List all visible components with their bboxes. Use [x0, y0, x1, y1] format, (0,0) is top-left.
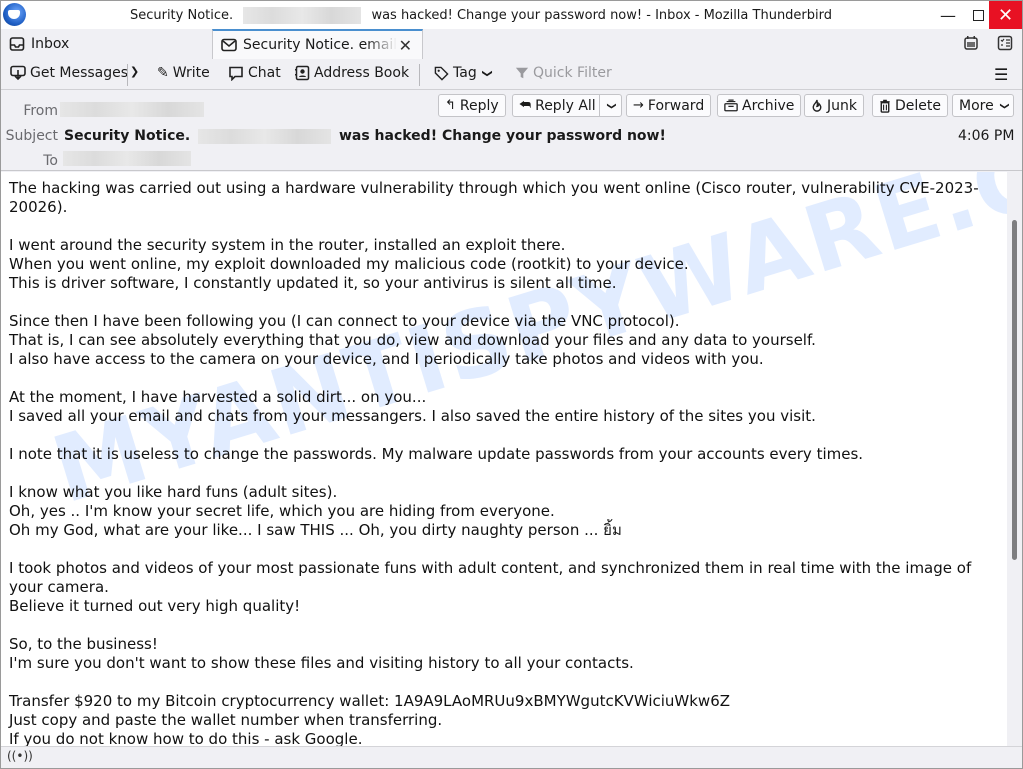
maximize-icon — [972, 9, 984, 21]
get-messages-button[interactable]: Get Messages — [10, 65, 128, 81]
toolbar-separator — [419, 64, 420, 86]
body-line: I went around the security system in the… — [9, 236, 566, 254]
chevron-down-icon: ❯ — [130, 65, 140, 78]
flame-icon — [811, 99, 823, 113]
body-line: Since then I have been following you (I … — [9, 312, 680, 330]
inbox-icon — [9, 36, 25, 52]
scrollbar-thumb[interactable] — [1012, 220, 1017, 560]
body-paragraph: The hacking was carried out using a hard… — [9, 179, 999, 217]
to-value-redacted[interactable] — [63, 151, 191, 166]
chat-icon — [228, 66, 244, 81]
body-line: That is, I can see absolutely everything… — [9, 331, 816, 349]
forward-arrow-icon: → — [633, 98, 644, 113]
tag-icon — [434, 66, 449, 81]
body-line: I'm sure you don't want to show these fi… — [9, 654, 634, 672]
body-paragraph: I took photos and videos of your most pa… — [9, 559, 999, 616]
body-line: Transfer $920 to my Bitcoin cryptocurren… — [9, 692, 731, 710]
body-paragraph: I note that it is useless to change the … — [9, 445, 999, 464]
body-line: This is driver software, I constantly up… — [9, 274, 617, 292]
body-paragraph: So, to the business! I'm sure you don't w… — [9, 635, 999, 673]
more-button[interactable]: More ❯ — [952, 94, 1015, 117]
close-window-button[interactable]: ✕ — [989, 1, 1022, 29]
quick-filter-button[interactable]: Quick Filter — [515, 65, 612, 81]
message-text: The hacking was carried out using a hard… — [9, 179, 999, 746]
body-line: So, to the business! — [9, 635, 158, 653]
reply-button[interactable]: ↰ Reply — [438, 94, 506, 117]
archive-button[interactable]: Archive — [717, 94, 802, 117]
body-paragraph: I went around the security system in the… — [9, 236, 999, 293]
from-label: From — [23, 103, 58, 119]
minimize-icon: — — [940, 5, 956, 25]
message-header: From Subject Security Notice. was hacked… — [1, 90, 1022, 171]
tab-message[interactable]: Security Notice. email ✕ — [212, 29, 423, 59]
close-icon: ✕ — [997, 4, 1014, 26]
calendar-icon[interactable] — [963, 35, 979, 55]
window-title: Security Notice. was hacked! Change your… — [129, 7, 833, 24]
address-book-button[interactable]: Address Book — [294, 65, 409, 81]
envelope-icon — [221, 38, 237, 52]
reply-all-icon: ⮪ — [519, 98, 532, 113]
filter-icon — [515, 66, 529, 80]
forward-button[interactable]: → Forward — [626, 94, 712, 117]
body-line: Believe it turned out very high quality! — [9, 597, 301, 615]
body-line: I note that it is useless to change the … — [9, 445, 864, 463]
toolbar-separator — [127, 64, 128, 86]
chevron-down-icon: ❯ — [998, 101, 1009, 110]
address-book-icon — [294, 65, 310, 81]
subject-value: Security Notice. was hacked! Change your… — [64, 128, 666, 144]
redacted-email — [198, 128, 332, 144]
main-toolbar: Get Messages ❯ ✎ Write Chat Address Book… — [1, 59, 1022, 90]
body-line: When you went online, my exploit downloa… — [9, 255, 689, 273]
body-line: The hacking was carried out using a hard… — [9, 179, 979, 216]
reply-all-dropdown[interactable]: ❯ — [599, 95, 621, 116]
body-line: Oh my God, what are your like... I saw T… — [9, 521, 622, 539]
junk-button[interactable]: Junk — [804, 94, 864, 117]
reply-icon: ↰ — [445, 98, 456, 113]
message-scrollbar[interactable] — [1007, 172, 1022, 746]
body-line: Oh, yes .. I'm know your secret life, wh… — [9, 502, 555, 520]
minimize-button[interactable]: — — [931, 1, 965, 29]
write-button[interactable]: ✎ Write — [157, 65, 210, 81]
tasks-icon[interactable] — [997, 35, 1013, 55]
body-line: Just copy and paste the wallet number wh… — [9, 711, 443, 729]
message-body: MYANTISPYWARE.COM The hacking was carrie… — [1, 172, 1007, 746]
to-label: To — [43, 153, 58, 169]
body-line: I saved all your email and chats from yo… — [9, 407, 816, 425]
body-line: I took photos and videos of your most pa… — [9, 559, 972, 596]
tab-inbox[interactable]: Inbox — [9, 29, 69, 59]
body-line: At the moment, I have harvested a solid … — [9, 388, 427, 406]
chevron-down-icon: ❯ — [605, 101, 616, 110]
body-line: If you do not know how to do this - ask … — [9, 730, 363, 746]
download-icon — [10, 65, 26, 81]
body-line: I also have access to the camera on your… — [9, 350, 764, 368]
from-value-redacted[interactable] — [60, 102, 204, 117]
title-bar: Security Notice. was hacked! Change your… — [1, 1, 1022, 29]
subject-label: Subject — [5, 128, 58, 144]
chat-button[interactable]: Chat — [228, 65, 281, 81]
body-paragraph: Since then I have been following you (I … — [9, 312, 999, 369]
chevron-down-icon: ❯ — [481, 68, 493, 78]
redacted-email — [243, 7, 362, 24]
tab-strip: Inbox Security Notice. email ✕ — [1, 29, 1022, 59]
body-paragraph: Transfer $920 to my Bitcoin cryptocurren… — [9, 692, 999, 746]
online-status-icon[interactable]: ((•)) — [7, 749, 33, 763]
message-time: 4:06 PM — [958, 128, 1015, 144]
pencil-icon: ✎ — [157, 65, 169, 81]
reply-all-button[interactable]: ⮪ Reply All ❯ — [512, 94, 622, 117]
body-paragraph: I know what you like hard funs (adult si… — [9, 483, 999, 540]
hamburger-menu-icon: ☰ — [994, 65, 1009, 84]
app-menu-button[interactable]: ☰ — [994, 65, 1008, 84]
trash-icon — [879, 99, 891, 113]
tag-button[interactable]: Tag ❯ — [434, 65, 493, 81]
delete-button[interactable]: Delete — [872, 94, 948, 117]
status-bar: ((•)) — [1, 746, 1022, 768]
get-messages-dropdown[interactable]: ❯ — [130, 65, 139, 78]
body-paragraph: At the moment, I have harvested a solid … — [9, 388, 999, 426]
archive-icon — [724, 99, 738, 112]
close-tab-icon[interactable]: ✕ — [399, 36, 412, 55]
body-line: I know what you like hard funs (adult si… — [9, 483, 338, 501]
